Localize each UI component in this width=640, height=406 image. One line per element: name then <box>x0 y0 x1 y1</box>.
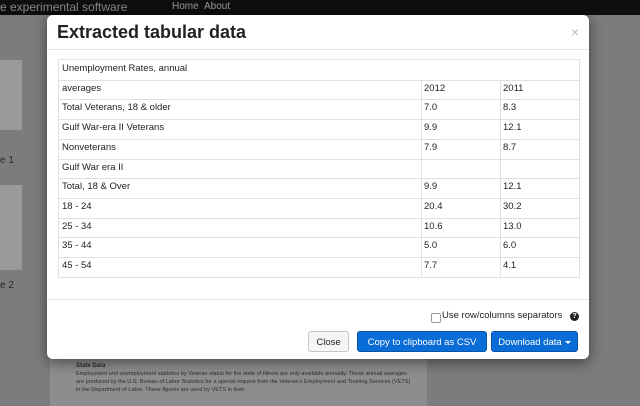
row-separator <box>59 79 579 81</box>
table-cell: 4.1 <box>503 260 517 271</box>
table-row-label: Total Veterans, 18 & older <box>62 102 171 114</box>
row-separator <box>59 237 579 239</box>
separator-checkbox-label[interactable]: Use row/columns separators <box>442 310 562 321</box>
background-section-title: State Data <box>76 363 106 369</box>
background-paragraph: Employment and unemployment statistics b… <box>76 371 411 393</box>
row-separator <box>59 217 579 219</box>
brand-title[interactable]: e experimental software <box>0 0 127 14</box>
row-separator <box>59 178 579 180</box>
table-row-label: Total, 18 & Over <box>62 181 131 193</box>
table-cell: 5.0 <box>424 240 438 252</box>
table-cell: 12.1 <box>503 181 522 193</box>
table-cell: 7.7 <box>424 260 438 271</box>
row-separator <box>59 99 579 101</box>
close-button[interactable]: Close <box>308 331 349 352</box>
table-cell: 2011 <box>503 82 524 94</box>
extracted-data-modal: Extracted tabular data × Unemployment Ra… <box>47 15 589 359</box>
close-icon[interactable]: × <box>571 24 579 40</box>
row-separator <box>59 138 579 140</box>
extracted-data-table: Unemployment Rates, annual averages 2012 20… <box>58 59 580 278</box>
row-separator <box>59 257 579 258</box>
table-row-label: 25 - 34 <box>62 220 92 232</box>
table-row-label: Gulf War era II <box>62 161 124 173</box>
modal-title: Extracted tabular data <box>57 22 247 42</box>
footer-divider <box>47 299 589 300</box>
table-cell: 9.9 <box>424 181 438 193</box>
column-separator <box>421 79 422 277</box>
table-cell: 6.0 <box>503 240 517 252</box>
table-cell: 30.2 <box>503 200 522 212</box>
table-row-label: 18 - 24 <box>62 200 92 212</box>
table-cell: 9.9 <box>424 122 438 134</box>
separator-checkbox[interactable] <box>431 313 441 323</box>
table-row-label: Gulf War-era II Veterans <box>62 122 165 134</box>
help-icon[interactable]: ? <box>570 312 579 321</box>
caret-down-icon <box>564 340 571 344</box>
table-cell: 7.0 <box>424 102 438 114</box>
table-cell: 8.7 <box>503 141 517 153</box>
copy-csv-button[interactable]: Copy to clipboard as CSV <box>357 331 487 352</box>
download-data-button[interactable]: Download data <box>491 331 578 352</box>
table-row-label: Unemployment Rates, annual <box>62 63 188 74</box>
row-separator <box>59 197 579 199</box>
top-navbar: e experimental software Home About <box>0 0 640 15</box>
row-separator <box>59 119 579 121</box>
table-row-label: averages <box>62 82 102 94</box>
table-row-label: 35 - 44 <box>62 240 92 252</box>
background-figure-label-2: e 2 <box>0 280 14 291</box>
background-thumbnail-1 <box>0 60 22 130</box>
download-data-label: Download data <box>498 337 562 348</box>
background-thumbnail-2 <box>0 185 22 270</box>
table-cell: 13.0 <box>503 220 522 232</box>
table-cell: 12.1 <box>503 122 522 134</box>
column-separator <box>500 79 501 277</box>
table-row-label: 45 - 54 <box>62 260 92 271</box>
table-cell: 10.6 <box>424 220 443 232</box>
table-cell: 2012 <box>424 82 446 94</box>
table-cell: 7.9 <box>424 141 438 153</box>
background-state-data-text: State Data Employment and unemployment s… <box>76 362 416 394</box>
row-separator <box>59 158 579 160</box>
table-cell: 20.4 <box>424 200 443 212</box>
background-figure-label-1: e 1 <box>0 155 14 166</box>
table-cell: 8.3 <box>503 102 517 114</box>
nav-about-link[interactable]: About <box>204 0 230 13</box>
nav-home-link[interactable]: Home <box>172 0 199 13</box>
header-divider <box>47 49 589 50</box>
table-row-label: Nonveterans <box>62 141 116 153</box>
